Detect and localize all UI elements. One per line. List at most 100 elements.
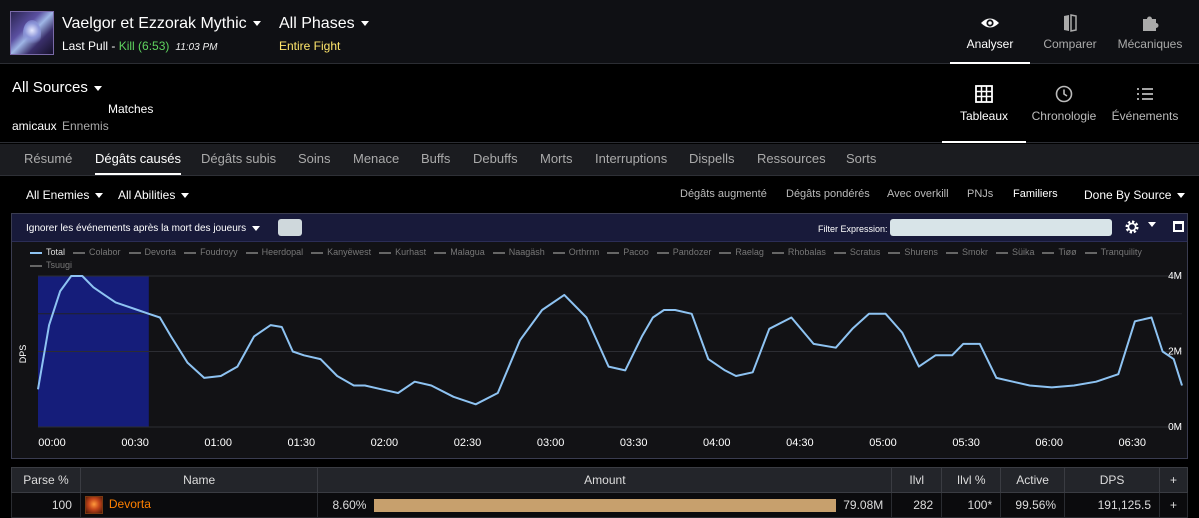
damage-table: Parse % Name Amount Ilvl Ilvl % Active D…: [11, 467, 1188, 518]
phase-selector[interactable]: All Phases: [279, 15, 369, 33]
source-bar: All Sources Matches amicaux Ennemis Tabl…: [0, 65, 1199, 143]
pull-time: 11:03 PM: [175, 42, 218, 53]
legend-item[interactable]: Orthrnn: [552, 246, 599, 259]
pull-selector[interactable]: Last Pull - Kill (6:53) 11:03 PM: [62, 39, 217, 53]
legend-item[interactable]: Pacoo: [607, 246, 649, 259]
amount-percent: 8.60%: [332, 497, 367, 512]
option-pets[interactable]: Familiers: [1007, 183, 1064, 206]
boss-selector[interactable]: Vaelgor et Ezzorak Mythic: [62, 15, 261, 33]
add-button[interactable]: +: [1159, 492, 1188, 518]
phase-label: All Phases: [279, 15, 355, 32]
boss-avatar[interactable]: [10, 11, 54, 55]
legend-item[interactable]: Tranquility: [1084, 246, 1142, 259]
option-npcs[interactable]: PNJs: [967, 188, 993, 200]
legend-item[interactable]: Devorta: [128, 246, 176, 259]
table-row[interactable]: 100 Devorta 8.60% 79.08M 282 100* 99.56% …: [11, 492, 1188, 518]
nav-mechanics[interactable]: Mécaniques: [1110, 0, 1190, 64]
source-enemies[interactable]: Ennemis: [62, 119, 109, 133]
col-dps[interactable]: DPS: [1064, 467, 1160, 493]
tab-damage-taken[interactable]: Dégâts subis: [201, 144, 276, 175]
chevron-down-icon: [181, 193, 190, 199]
legend-item[interactable]: Kanyëwest: [311, 246, 371, 259]
ignore-toggle[interactable]: [278, 219, 302, 236]
source-selector[interactable]: All Sources: [12, 79, 102, 96]
col-amount[interactable]: Amount: [317, 467, 893, 493]
legend-swatch: [30, 264, 42, 267]
legend-item[interactable]: Scratus: [833, 246, 880, 259]
x-tick-label: 05:00: [869, 437, 897, 449]
legend-item[interactable]: Tiøø: [1042, 246, 1077, 259]
abilities-filter[interactable]: All Abilities: [118, 188, 190, 202]
legend-swatch: [379, 251, 392, 254]
legend-item[interactable]: Tsuugi: [30, 259, 72, 272]
filter-bar: All Enemies All Abilities Dégâts augment…: [0, 177, 1199, 211]
legend-swatch: [73, 251, 86, 254]
legend-item[interactable]: Rhobalas: [771, 246, 826, 259]
tab-healing[interactable]: Soins: [298, 144, 331, 175]
player-name: Devorta: [108, 497, 151, 512]
view-events[interactable]: Événements: [1103, 65, 1187, 143]
legend-item[interactable]: Naagäsh: [492, 246, 545, 259]
legend-item[interactable]: Pandozer: [656, 246, 711, 259]
legend-item[interactable]: Smokr: [945, 246, 988, 259]
option-damage-amplified[interactable]: Dégâts augmenté: [680, 188, 767, 200]
done-by-selector[interactable]: Done By Source: [1084, 188, 1186, 202]
option-weighted-damage[interactable]: Dégâts pondérés: [786, 188, 870, 200]
done-by-label: Done By Source: [1084, 188, 1172, 202]
chevron-down-icon: [1177, 193, 1186, 199]
col-name[interactable]: Name: [79, 467, 319, 493]
tab-debuffs[interactable]: Debuffs: [473, 144, 518, 175]
gear-icon[interactable]: [1124, 219, 1140, 235]
option-overkill[interactable]: Avec overkill: [887, 188, 949, 200]
filter-expression-input[interactable]: [890, 219, 1112, 236]
tab-deaths[interactable]: Morts: [540, 144, 573, 175]
col-ilvl-pct[interactable]: Ilvl %: [941, 467, 1002, 493]
tab-summary[interactable]: Résumé: [24, 144, 72, 175]
tab-interrupts[interactable]: Interruptions: [595, 144, 667, 175]
tab-damage-done[interactable]: Dégâts causés: [95, 144, 181, 175]
col-parse[interactable]: Parse %: [11, 467, 81, 493]
legend-swatch: [30, 251, 42, 254]
tab-dispels[interactable]: Dispells: [689, 144, 735, 175]
legend-item[interactable]: Total: [30, 246, 65, 259]
legend-swatch: [771, 251, 784, 254]
legend-item[interactable]: Colabor: [73, 246, 121, 259]
col-ilvl[interactable]: Ilvl: [891, 467, 943, 493]
legend-item[interactable]: Kurhast: [379, 246, 426, 259]
legend-item[interactable]: Heerdopal: [245, 246, 303, 259]
legend-swatch: [833, 251, 846, 254]
view-tables[interactable]: Tableaux: [942, 65, 1026, 143]
legend-item[interactable]: Foudroyy: [184, 246, 238, 259]
tab-casts[interactable]: Sorts: [846, 144, 876, 175]
ilvl-pct-value: 100*: [941, 492, 1002, 518]
view-timeline[interactable]: Chronologie: [1022, 65, 1106, 143]
col-add[interactable]: +: [1159, 467, 1188, 493]
legend-item[interactable]: Raelag: [719, 246, 764, 259]
source-matches-label: Matches: [108, 102, 154, 116]
tab-buffs[interactable]: Buffs: [421, 144, 450, 175]
puzzle-icon: [1143, 16, 1159, 31]
x-tick-label: 00:30: [121, 437, 149, 449]
maximize-icon[interactable]: [1173, 221, 1184, 232]
x-tick-label: 02:00: [371, 437, 399, 449]
filter-expression-label: Filter Expression:: [818, 224, 888, 234]
x-tick-label: 06:00: [1035, 437, 1063, 449]
source-friendly[interactable]: amicaux: [12, 119, 57, 133]
y-tick-label: 4M: [1168, 271, 1182, 282]
legend-item[interactable]: Malagua: [434, 246, 485, 259]
col-active[interactable]: Active: [1000, 467, 1066, 493]
legend-swatch: [184, 251, 197, 254]
legend-item[interactable]: Süika: [995, 246, 1034, 259]
tab-resources[interactable]: Ressources: [757, 144, 826, 175]
ignore-after-death-selector[interactable]: Ignorer les événements après la mort des…: [26, 223, 261, 234]
tab-threat[interactable]: Menace: [353, 144, 399, 175]
graph-toolbar: Ignorer les événements après la mort des…: [12, 214, 1187, 242]
nav-analyze-label: Analyser: [966, 37, 1014, 51]
nav-analyze[interactable]: Analyser: [950, 0, 1030, 64]
enemies-filter[interactable]: All Enemies: [26, 188, 104, 202]
view-tables-label: Tableaux: [959, 109, 1009, 123]
player-name-cell[interactable]: Devorta: [79, 492, 319, 518]
legend-item[interactable]: Shurens: [888, 246, 938, 259]
nav-compare[interactable]: Comparer: [1030, 0, 1110, 64]
y-axis-label: DPS: [18, 345, 28, 364]
